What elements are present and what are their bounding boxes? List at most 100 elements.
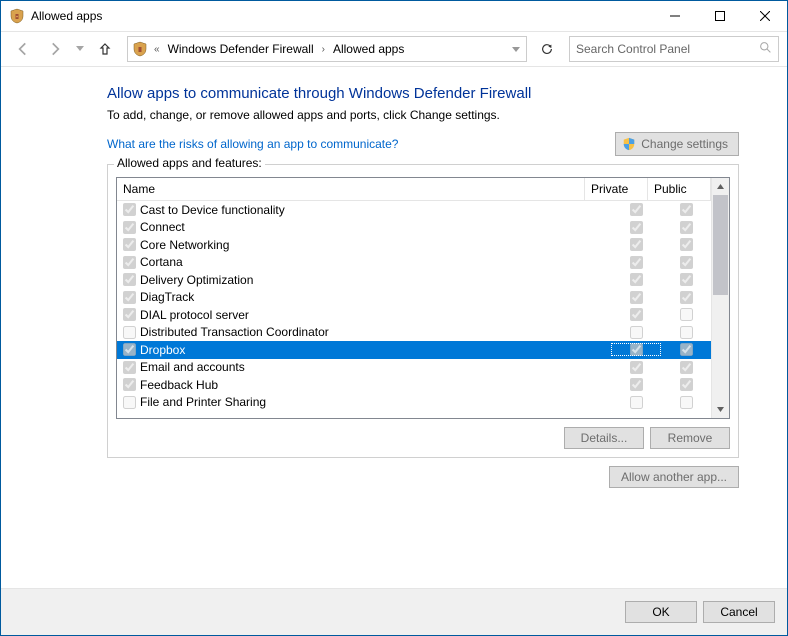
- table-row[interactable]: Dropbox: [117, 341, 711, 359]
- app-name-label: Distributed Transaction Coordinator: [140, 325, 329, 339]
- app-enabled-checkbox[interactable]: [123, 291, 136, 304]
- app-name-label: Feedback Hub: [140, 378, 218, 392]
- forward-button[interactable]: [41, 35, 69, 63]
- app-name-label: Delivery Optimization: [140, 273, 253, 287]
- app-enabled-checkbox[interactable]: [123, 238, 136, 251]
- public-checkbox[interactable]: [680, 396, 693, 409]
- close-button[interactable]: [742, 2, 787, 31]
- private-checkbox[interactable]: [630, 343, 643, 356]
- private-checkbox[interactable]: [630, 273, 643, 286]
- window: Allowed apps: [0, 0, 788, 636]
- public-checkbox[interactable]: [680, 238, 693, 251]
- cancel-button[interactable]: Cancel: [703, 601, 775, 623]
- table-row[interactable]: Connect: [117, 219, 711, 237]
- public-checkbox[interactable]: [680, 326, 693, 339]
- app-enabled-checkbox[interactable]: [123, 326, 136, 339]
- private-checkbox[interactable]: [630, 361, 643, 374]
- app-enabled-checkbox[interactable]: [123, 256, 136, 269]
- column-private[interactable]: Private: [585, 178, 648, 200]
- app-name-label: Cast to Device functionality: [140, 203, 285, 217]
- public-checkbox[interactable]: [680, 291, 693, 304]
- scroll-up-button[interactable]: [712, 178, 729, 195]
- public-checkbox[interactable]: [680, 361, 693, 374]
- table-row[interactable]: Cast to Device functionality: [117, 201, 711, 219]
- address-bar[interactable]: « Windows Defender Firewall › Allowed ap…: [127, 36, 527, 62]
- chevron-right-icon[interactable]: ›: [320, 44, 327, 55]
- app-name-label: Cortana: [140, 255, 183, 269]
- column-public[interactable]: Public: [648, 178, 711, 200]
- app-name-label: DIAL protocol server: [140, 308, 249, 322]
- private-checkbox[interactable]: [630, 256, 643, 269]
- shield-icon: [622, 137, 636, 151]
- public-checkbox[interactable]: [680, 221, 693, 234]
- private-checkbox[interactable]: [630, 378, 643, 391]
- app-enabled-checkbox[interactable]: [123, 378, 136, 391]
- private-checkbox[interactable]: [630, 221, 643, 234]
- app-icon: [9, 8, 25, 24]
- table-row[interactable]: File and Printer Sharing: [117, 394, 711, 412]
- ok-button[interactable]: OK: [625, 601, 697, 623]
- private-checkbox[interactable]: [630, 203, 643, 216]
- table-row[interactable]: Distributed Transaction Coordinator: [117, 324, 711, 342]
- public-checkbox[interactable]: [680, 203, 693, 216]
- search-input[interactable]: Search Control Panel: [569, 36, 779, 62]
- app-enabled-checkbox[interactable]: [123, 396, 136, 409]
- public-checkbox[interactable]: [680, 308, 693, 321]
- table-row[interactable]: Cortana: [117, 254, 711, 272]
- app-enabled-checkbox[interactable]: [123, 308, 136, 321]
- up-button[interactable]: [91, 35, 119, 63]
- content-area: Allow apps to communicate through Window…: [1, 67, 787, 588]
- app-enabled-checkbox[interactable]: [123, 343, 136, 356]
- table-row[interactable]: DiagTrack: [117, 289, 711, 307]
- table-row[interactable]: Delivery Optimization: [117, 271, 711, 289]
- refresh-button[interactable]: [533, 35, 561, 63]
- app-enabled-checkbox[interactable]: [123, 273, 136, 286]
- public-checkbox[interactable]: [680, 343, 693, 356]
- search-icon: [759, 41, 772, 57]
- minimize-button[interactable]: [652, 2, 697, 31]
- apps-list: Name Private Public Cast to Device funct…: [116, 177, 730, 419]
- scroll-down-button[interactable]: [712, 401, 729, 418]
- app-enabled-checkbox[interactable]: [123, 221, 136, 234]
- scroll-thumb[interactable]: [713, 195, 728, 295]
- recent-dropdown[interactable]: [73, 35, 87, 63]
- scroll-track[interactable]: [712, 195, 729, 401]
- private-checkbox[interactable]: [630, 326, 643, 339]
- app-name-label: Core Networking: [140, 238, 229, 252]
- back-button[interactable]: [9, 35, 37, 63]
- private-checkbox[interactable]: [630, 291, 643, 304]
- public-checkbox[interactable]: [680, 378, 693, 391]
- table-row[interactable]: Core Networking: [117, 236, 711, 254]
- public-checkbox[interactable]: [680, 273, 693, 286]
- search-placeholder: Search Control Panel: [576, 42, 759, 56]
- breadcrumb-item[interactable]: Windows Defender Firewall: [166, 42, 316, 56]
- details-button[interactable]: Details...: [564, 427, 644, 449]
- table-row[interactable]: Feedback Hub: [117, 376, 711, 394]
- private-checkbox[interactable]: [630, 396, 643, 409]
- remove-button[interactable]: Remove: [650, 427, 730, 449]
- dialog-footer: OK Cancel: [1, 588, 787, 635]
- maximize-button[interactable]: [697, 2, 742, 31]
- column-name[interactable]: Name: [117, 178, 585, 200]
- change-settings-button[interactable]: Change settings: [615, 132, 739, 156]
- allow-another-app-button[interactable]: Allow another app...: [609, 466, 739, 488]
- title-bar: Allowed apps: [1, 1, 787, 32]
- scrollbar[interactable]: [711, 178, 729, 418]
- app-name-label: DiagTrack: [140, 290, 194, 304]
- private-checkbox[interactable]: [630, 308, 643, 321]
- risks-link[interactable]: What are the risks of allowing an app to…: [107, 137, 398, 151]
- private-checkbox[interactable]: [630, 238, 643, 251]
- app-name-label: File and Printer Sharing: [140, 395, 266, 409]
- app-enabled-checkbox[interactable]: [123, 203, 136, 216]
- list-header: Name Private Public: [117, 178, 711, 201]
- list-body[interactable]: Cast to Device functionality ConnectCore …: [117, 201, 711, 418]
- breadcrumb-item[interactable]: Allowed apps: [331, 42, 406, 56]
- public-checkbox[interactable]: [680, 256, 693, 269]
- address-dropdown[interactable]: [508, 42, 524, 56]
- table-row[interactable]: DIAL protocol server: [117, 306, 711, 324]
- app-enabled-checkbox[interactable]: [123, 361, 136, 374]
- table-row[interactable]: Email and accounts: [117, 359, 711, 377]
- breadcrumb-sep: «: [152, 44, 162, 55]
- allowed-apps-group: Allowed apps and features: Name Private …: [107, 164, 739, 458]
- app-name-label: Email and accounts: [140, 360, 245, 374]
